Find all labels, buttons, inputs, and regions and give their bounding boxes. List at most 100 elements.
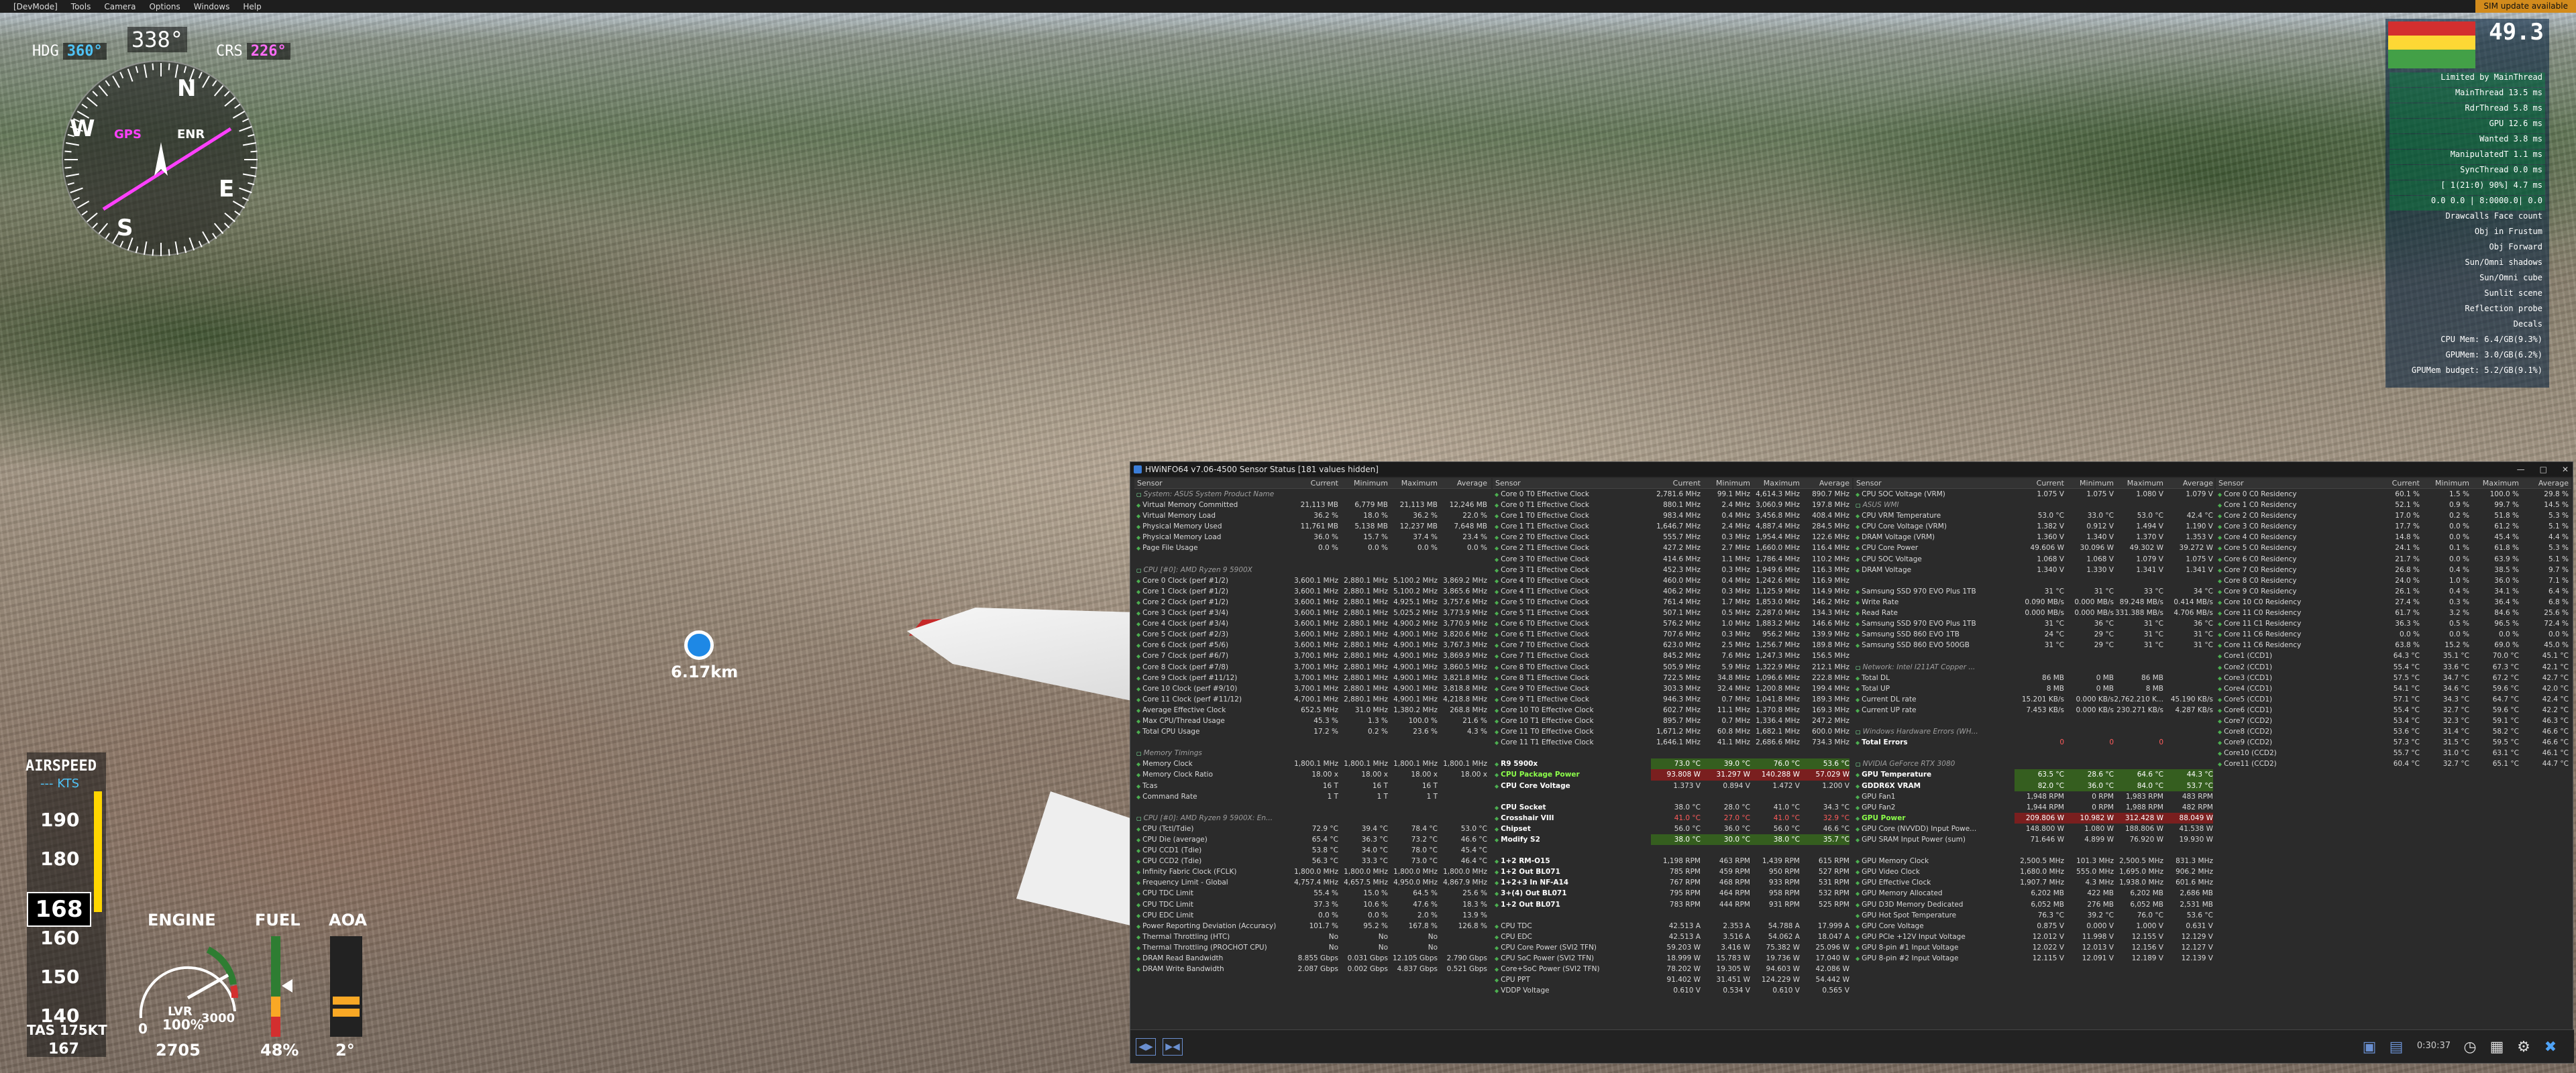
sensor-row[interactable]: GPU Video Clock 1,680.0 MHz 555.0 MHz 1,695… [1854,866,2214,877]
hwinfo-title-bar[interactable]: HWiNFO64 v7.06-4500 Sensor Status [181 v… [1130,462,2573,477]
sensor-row[interactable]: Core 9 Clock (perf #11/12) 3,700.1 MHz 2,8… [1134,673,1491,683]
sensor-row[interactable]: 1+2 Out BL071 783 RPM 444 RPM 931 RPM 525 RP… [1493,899,1852,910]
sensor-row[interactable]: DRAM Read Bandwidth 8.855 Gbps 0.031 Gbps 1… [1134,953,1491,964]
sensor-row[interactable]: CPU EDC 42.513 A 3.516 A 54.062 A 18.047 A [1493,931,1852,942]
sensor-row[interactable]: Core 7 T0 Effective Clock 623.0 MHz 2.5 MH… [1493,640,1852,651]
sensor-row[interactable]: Core 5 Clock (perf #2/3) 3,600.1 MHz 2,880… [1134,629,1491,640]
sensor-row[interactable]: CPU (Tctl/Tdie) 72.9 °C 39.4 °C 78.4 °C 53.0… [1134,824,1491,834]
sensor-row[interactable]: Core 8 T1 Effective Clock 722.5 MHz 34.8 M… [1493,673,1852,683]
header-minimum[interactable]: Minimum [2420,478,2469,488]
header-sensor[interactable]: Sensor [1134,478,1289,488]
sensor-row[interactable]: GPU Fan2 1,944 RPM 0 RPM 1,988 RPM 482 RPM [1854,802,2214,813]
sensor-row[interactable]: Core 3 T1 Effective Clock 452.3 MHz 0.3 MH… [1493,565,1852,575]
sensor-row[interactable]: Core 1 Clock (perf #1/2) 3,600.1 MHz 2,880… [1134,586,1491,597]
sensor-row[interactable]: Modify S238.0 °C30.0 °C38.0 °C35.7 °C [1493,834,1852,846]
sensor-row[interactable]: Core 7 T1 Effective Clock 845.2 MHz 7.6 MH… [1493,651,1852,661]
header-current[interactable]: Current [2015,478,2064,488]
sensor-row[interactable]: Core 4 T1 Effective Clock 406.2 MHz 0.3 MH… [1493,586,1852,597]
sensor-row[interactable]: Core 2 T1 Effective Clock 427.2 MHz 2.7 MH… [1493,543,1852,553]
sensor-row[interactable]: Core 11 Clock (perf #11/12) 4,700.1 MHz 2,… [1134,694,1491,705]
sensor-row[interactable]: Samsung SSD 860 EVO 1TB 24 °C 29 °C 31 °C 31… [1854,629,2214,640]
menu-options[interactable]: Options [142,2,186,11]
sensor-row[interactable]: Samsung SSD 860 EVO 500GB 31 °C 29 °C 31 °C… [1854,640,2214,651]
sensor-row[interactable]: Total DL 86 MB 0 MB 86 MB [1854,673,2214,683]
sensor-row[interactable]: Core 8 C0 Residency 24.0 % 1.0 % 36.0 % 7.1 … [2216,575,2571,586]
menu-tools[interactable]: Tools [64,2,98,11]
sensor-row[interactable]: GPU Core (NVVDD) Input Powe... 148.800 W 1… [1854,824,2214,834]
sensor-row[interactable]: Virtual Memory Committed 21,113 MB 6,779 M… [1134,500,1491,510]
sensor-row[interactable]: Core 5 T0 Effective Clock 761.4 MHz 1.7 MH… [1493,597,1852,608]
sensor-row[interactable]: Core 4 Clock (perf #3/4) 3,600.1 MHz 2,880… [1134,618,1491,629]
sensor-row[interactable]: Core 7 Clock (perf #6/7) 3,700.1 MHz 2,880… [1134,651,1491,661]
sensor-row[interactable]: Core 9 T1 Effective Clock 946.3 MHz 0.7 MH… [1493,694,1852,705]
sensor-row[interactable]: 1+2 RM-O15 1,198 RPM 463 RPM 1,439 RPM 615 R… [1493,856,1852,866]
sensor-row[interactable]: Core 6 Clock (perf #5/6) 3,600.1 MHz 2,880… [1134,640,1491,651]
sensor-column[interactable]: SensorCurrentMinimumMaximumAverageCPU SO… [1854,478,2214,1031]
sensor-row[interactable]: Core2 (CCD1) 55.4 °C 33.6 °C 67.3 °C 42.1 °C [2216,662,2571,673]
sensor-row[interactable]: Core8 (CCD2) 53.6 °C 31.4 °C 58.2 °C 46.6 °C [2216,726,2571,737]
sensor-column-header[interactable]: Sensor Current Minimum Maximum Average [2216,478,2571,489]
header-sensor[interactable]: Sensor [1493,478,1651,488]
report-icon[interactable]: ▦ [2487,1038,2507,1057]
sensor-row[interactable]: Core 0 Clock (perf #1/2) 3,600.1 MHz 2,880… [1134,575,1491,586]
header-current[interactable]: Current [1289,478,1338,488]
sensor-row[interactable]: Samsung SSD 970 EVO Plus 1TB 31 °C 31 °C 33… [1854,586,2214,597]
sensor-row[interactable]: Core 8 T0 Effective Clock 505.9 MHz 5.9 MH… [1493,662,1852,673]
sensor-row[interactable]: Core1 (CCD1) 64.3 °C 35.1 °C 70.0 °C 45.1 °C [2216,651,2571,661]
sensor-row[interactable]: Page File Usage 0.0 % 0.0 % 0.0 % 0.0 % [1134,543,1491,553]
header-average[interactable]: Average [2163,478,2213,488]
sensor-row[interactable]: CPU VRM Temperature 53.0 °C 33.0 °C 53.0 °C… [1854,510,2214,521]
network-icon[interactable]: ▣ [2359,1038,2379,1057]
header-average[interactable]: Average [1438,478,1487,488]
menu-camera[interactable]: Camera [97,2,142,11]
sensor-row[interactable]: 1+2 Out BL071 785 RPM 459 RPM 950 RPM 527 RP… [1493,866,1852,877]
menu-windows[interactable]: Windows [187,2,237,11]
sensor-row[interactable]: Core11 (CCD2) 60.4 °C 32.7 °C 65.1 °C 44.7 °… [2216,758,2571,769]
sensor-group[interactable]: CPU [#0]: AMD Ryzen 9 5900X [1134,565,1491,575]
sensor-row[interactable]: Core 11 C0 Residency 61.7 % 3.2 % 84.6 % 25.… [2216,608,2571,618]
sensor-row[interactable]: Current DL rate 15.201 KB/s 0.000 KB/s2,76… [1854,694,2214,705]
sensor-row[interactable]: CPU Package Power93.808 W31.297 W140.288… [1493,769,1852,781]
header-maximum[interactable]: Maximum [1388,478,1438,488]
sensor-row[interactable]: Core5 (CCD1) 57.1 °C 34.3 °C 64.7 °C 42.4 °C [2216,694,2571,705]
sensor-row[interactable]: CPU Core Power 49.606 W 30.096 W 49.302 W 39… [1854,543,2214,553]
sensor-row[interactable]: CPU Socket 38.0 °C 28.0 °C 41.0 °C 34.3 °C [1493,802,1852,813]
sensor-row[interactable]: Core 11 C1 Residency 36.3 % 0.5 % 96.5 % 72.… [2216,618,2571,629]
hwinfo-window[interactable]: HWiNFO64 v7.06-4500 Sensor Status [181 v… [1130,461,2574,1064]
sensor-row[interactable]: Core 2 T0 Effective Clock 555.7 MHz 0.3 MH… [1493,532,1852,543]
sensor-row[interactable]: Samsung SSD 970 EVO Plus 1TB 31 °C 36 °C 31… [1854,618,2214,629]
sensor-row[interactable]: Core 5 C0 Residency 24.1 % 0.1 % 61.8 % 5.3 … [2216,543,2571,553]
sensor-row[interactable]: Core 11 T1 Effective Clock 1,646.1 MHz 41.… [1493,737,1852,748]
sensor-row[interactable]: Core 1 T0 Effective Clock 983.4 MHz 0.4 MH… [1493,510,1852,521]
sensor-row[interactable]: GPU Temperature63.5 °C28.6 °C64.6 °C44.3… [1854,769,2214,781]
sensor-row[interactable]: GDDR6X VRAM82.0 °C36.0 °C84.0 °C53.7 °C [1854,780,2214,791]
sensor-row[interactable]: Core 3 Clock (perf #3/4) 3,600.1 MHz 2,880… [1134,608,1491,618]
sensor-row[interactable]: GPU Core Voltage 0.875 V 0.000 V 1.000 V 0.6… [1854,921,2214,931]
sensor-column[interactable]: SensorCurrentMinimumMaximumAverageSystem… [1134,478,1491,1031]
menu-help[interactable]: Help [236,2,268,11]
sensor-row[interactable]: CPU EDC Limit 0.0 % 0.0 % 2.0 % 13.9 % [1134,910,1491,921]
sim-update-notice[interactable]: SIM update available [2475,0,2576,13]
sensor-row[interactable]: Core 5 T1 Effective Clock 507.1 MHz 0.5 MH… [1493,608,1852,618]
sensor-row[interactable]: Core 10 Clock (perf #9/10) 3,700.1 MHz 2,8… [1134,683,1491,694]
sensor-row[interactable]: CPU CCD1 (Tdie) 53.8 °C 34.0 °C 78.0 °C 45.4… [1134,845,1491,856]
sensor-row[interactable]: Physical Memory Load 36.0 % 15.7 % 37.4 % 23… [1134,532,1491,543]
sensor-row[interactable]: Total CPU Usage 17.2 % 0.2 % 23.6 % 4.3 % [1134,726,1491,737]
sensor-row[interactable]: Command Rate 1 T 1 T 1 T [1134,791,1491,802]
remote-icon[interactable]: ▤ [2386,1038,2406,1057]
close-sensors-icon[interactable]: ✖ [2540,1038,2561,1057]
sensor-row[interactable]: Tcas 16 T 16 T 16 T [1134,781,1491,791]
sensor-row[interactable]: R9 5900x73.0 °C39.0 °C76.0 °C53.6 °C [1493,758,1852,770]
sensor-row[interactable]: VDDP Voltage 0.610 V 0.534 V 0.610 V 0.565 V [1493,985,1852,996]
nav-forward-icon[interactable]: ▶◀ [1163,1038,1183,1056]
sensor-row[interactable]: Core+SoC Power (SVI2 TFN) 78.202 W 19.305 … [1493,964,1852,974]
menu-devmode[interactable]: [DevMode] [7,2,64,11]
sensor-row[interactable]: Core 11 C6 Residency 63.8 % 15.2 % 69.0 % 45… [2216,640,2571,651]
sensor-row[interactable]: CPU CCD2 (Tdie) 56.3 °C 33.3 °C 73.0 °C 46.4… [1134,856,1491,866]
sensor-row[interactable]: GPU 8-pin #1 Input Voltage 12.022 V 12.013… [1854,942,2214,953]
header-maximum[interactable]: Maximum [1750,478,1800,488]
sensor-row[interactable]: Memory Clock 1,800.1 MHz 1,800.1 MHz 1,800.… [1134,758,1491,769]
sensor-row[interactable]: Max CPU/Thread Usage 45.3 % 1.3 % 100.0 % 21… [1134,716,1491,726]
sensor-row[interactable]: CPU SOC Voltage 1.068 V 1.068 V 1.079 V 1.07… [1854,554,2214,565]
header-sensor[interactable]: Sensor [2216,478,2370,488]
